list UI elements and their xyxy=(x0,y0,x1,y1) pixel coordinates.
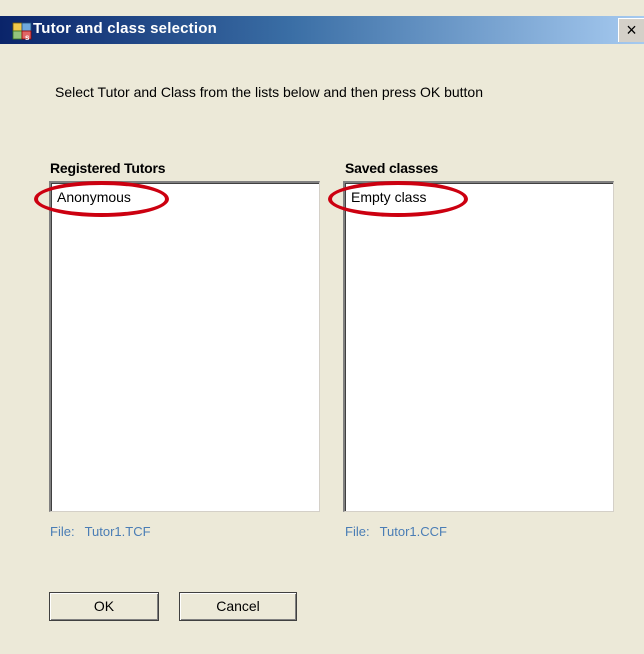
app-icon: s xyxy=(12,22,32,41)
dialog-window: s Tutor and class selection × Select Tut… xyxy=(0,0,644,654)
tutors-file-label: File: Tutor1.TCF xyxy=(50,524,151,539)
tutors-file-prefix: File: xyxy=(50,524,75,539)
window-title: Tutor and class selection xyxy=(33,20,217,37)
classes-file-prefix: File: xyxy=(345,524,370,539)
highlight-ring-class xyxy=(328,181,468,217)
tutors-listbox[interactable]: Anonymous xyxy=(49,181,320,512)
highlight-ring-tutor xyxy=(34,181,169,217)
classes-heading: Saved classes xyxy=(345,160,439,176)
close-button[interactable]: × xyxy=(618,18,644,42)
classes-file-name: Tutor1.CCF xyxy=(379,524,447,539)
tutors-file-name: Tutor1.TCF xyxy=(84,524,151,539)
tutors-heading: Registered Tutors xyxy=(50,160,166,176)
svg-text:s: s xyxy=(25,33,30,41)
classes-listbox[interactable]: Empty class xyxy=(343,181,614,512)
classes-file-label: File: Tutor1.CCF xyxy=(345,524,447,539)
close-icon: × xyxy=(626,20,637,40)
cancel-button[interactable]: Cancel xyxy=(179,592,297,621)
ok-button[interactable]: OK xyxy=(49,592,159,621)
instructions-text: Select Tutor and Class from the lists be… xyxy=(55,84,483,100)
